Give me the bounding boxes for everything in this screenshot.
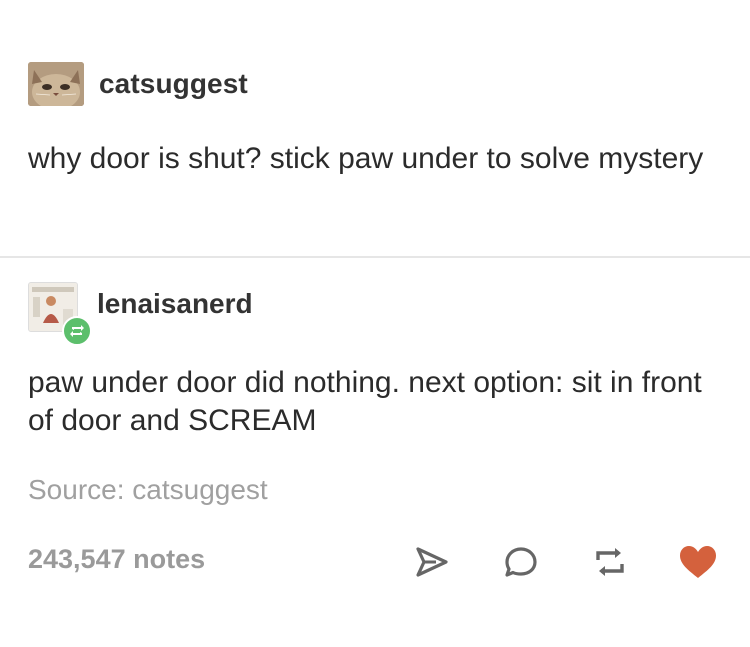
reblog-author-link[interactable]: lenaisanerd <box>97 288 253 320</box>
notes-count[interactable]: 243,547 notes <box>28 544 205 575</box>
post-header: catsuggest <box>28 62 248 106</box>
reply-icon[interactable] <box>493 540 549 584</box>
share-icon[interactable] <box>404 540 460 584</box>
reblog-header: lenaisanerd <box>28 282 253 346</box>
cat-face-avatar-icon[interactable] <box>28 62 84 106</box>
post-author-link[interactable]: catsuggest <box>99 68 248 100</box>
source-attribution[interactable]: Source: catsuggest <box>28 474 268 506</box>
reblog-icon[interactable] <box>582 540 638 584</box>
reblog-badge-icon <box>62 316 92 346</box>
reblog-avatar[interactable] <box>28 282 92 346</box>
post-body-text: why door is shut? stick paw under to sol… <box>28 142 704 175</box>
reblog-divider <box>0 256 750 258</box>
like-icon[interactable] <box>670 540 726 584</box>
reblog-body-text: paw under door did nothing. next option:… <box>28 366 702 437</box>
source-link[interactable]: catsuggest <box>132 474 267 505</box>
source-label: Source: <box>28 474 125 505</box>
tumblr-post: catsuggest why door is shut? stick paw u… <box>0 0 750 647</box>
post-actions <box>404 540 726 584</box>
